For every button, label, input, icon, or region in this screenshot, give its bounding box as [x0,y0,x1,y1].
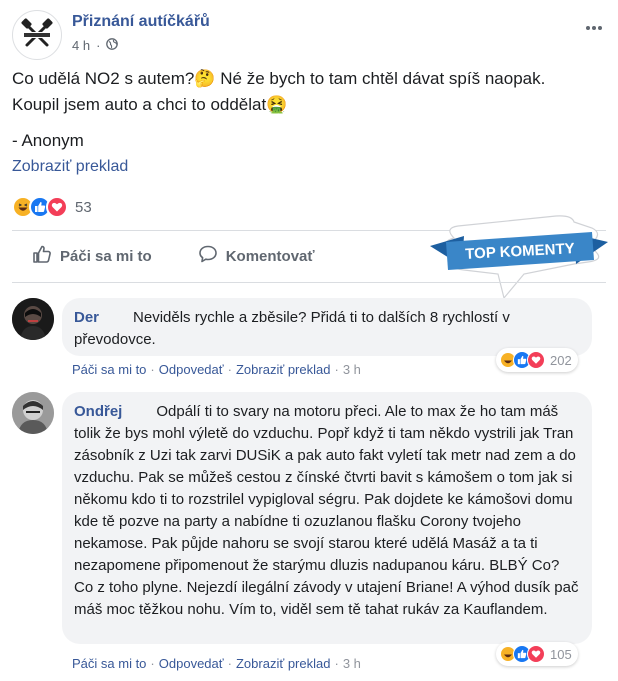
commenter-avatar[interactable] [12,392,54,434]
comment-reply-link[interactable]: Odpovedať [159,656,224,671]
comment-button-label: Komentovať [225,247,315,265]
divider-bottom [12,282,606,283]
page-name[interactable]: Přiznání autíčkářů [72,13,210,31]
comment-time[interactable]: 3 h [343,656,361,671]
reaction-count: 53 [75,198,92,216]
commenter-avatar[interactable] [12,298,54,340]
post-signature: - Anonym [12,131,84,150]
page-avatar[interactable] [12,10,62,60]
comment-reaction-count: 202 [550,352,572,368]
comment-actions: Páči sa mi to · Odpovedať · Zobraziť pre… [72,656,361,671]
speech-bubble-icon [198,244,218,268]
comment-reactions[interactable]: 105 [496,642,578,666]
more-options-icon[interactable] [582,16,606,40]
like-button-label: Páči sa mi to [60,247,152,265]
comment-translate-link[interactable]: Zobraziť preklad [236,656,330,671]
post-header: Přiznání autíčkářů 4 h · [12,10,606,60]
post-meta: 4 h · [72,38,119,53]
comment-bubble: Ondřej Odpálí ti to svary na motoru přeci… [62,392,592,644]
top-comments-badge: TOP KOMENTY [424,212,614,300]
comment-reactions[interactable]: 202 [496,348,578,372]
reactions-summary[interactable]: 53 [12,194,92,220]
post-text: Co udělá NO2 s autem?🤔 Né že bych to tam… [12,66,606,154]
post-text-line-1: Co udělá NO2 s autem?🤔 Né že bych to tam… [12,69,546,88]
comment-like-link[interactable]: Páči sa mi to [72,656,146,671]
thumb-up-icon [32,244,52,268]
post-time[interactable]: 4 h [72,38,90,53]
comment-text: Odpálí ti to svary na motoru přeci. Ale … [74,403,579,618]
comment-button[interactable]: Komentovať [188,236,325,276]
pistons-logo-icon [17,15,57,55]
meta-dot: · [96,38,101,53]
comment-like-link[interactable]: Páči sa mi to [72,362,146,377]
comment-author[interactable]: Ondřej [74,403,122,420]
comment-actions: Páči sa mi to · Odpovedať · Zobraziť pre… [72,362,361,377]
post-text-line-2: Koupil jsem auto a chci to oddělat🤮 [12,95,288,114]
comment-text: Neviděls rychle a zběsile? Přidá ti to d… [74,309,510,348]
comment-time[interactable]: 3 h [343,362,361,377]
comment-reply-link[interactable]: Odpovedať [159,362,224,377]
like-button[interactable]: Páči sa mi to [12,236,162,276]
love-icon [527,645,545,663]
translate-link[interactable]: Zobraziť preklad [12,158,128,176]
love-icon [527,351,545,369]
comment-translate-link[interactable]: Zobraziť preklad [236,362,330,377]
globe-icon [106,38,119,53]
comment-author[interactable]: Der [74,309,99,326]
love-icon [46,196,68,218]
comment-reaction-count: 105 [550,646,572,662]
